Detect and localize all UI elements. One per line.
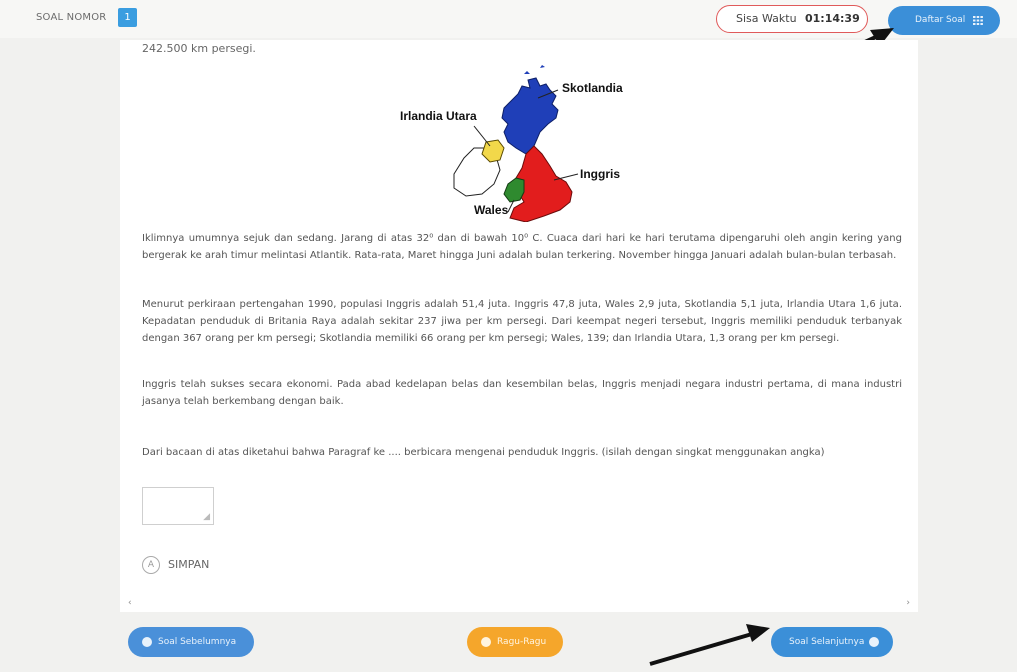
ragu-ragu-label: Ragu-Ragu — [497, 637, 547, 647]
next-question-label: Soal Selanjutnya — [789, 637, 865, 647]
scroll-right-icon[interactable]: › — [906, 598, 910, 608]
paragraph-2: Menurut perkiraan pertengahan 1990, popu… — [142, 299, 902, 344]
answer-input[interactable]: ◢ — [142, 487, 214, 525]
map-label-inggris: Inggris — [580, 167, 620, 181]
question-text: Dari bacaan di atas diketahui bahwa Para… — [142, 447, 825, 458]
previous-text-fragment: 242.500 km persegi. — [142, 42, 256, 55]
daftar-soal-button[interactable]: Daftar Soal — [888, 6, 1000, 35]
map-label-wales: Wales — [474, 203, 509, 217]
horizontal-scrollbar[interactable]: ‹ › — [128, 598, 910, 610]
chevron-right-icon — [869, 637, 879, 647]
map-label-skotlandia: Skotlandia — [562, 81, 623, 95]
check-circle-icon — [481, 637, 491, 647]
scroll-left-icon[interactable]: ‹ — [128, 598, 132, 608]
paragraph-1: Iklimnya umumnya sejuk dan sedang. Jaran… — [142, 233, 902, 261]
map-label-irlandia-utara: Irlandia Utara — [400, 109, 477, 123]
next-question-button[interactable]: Soal Selanjutnya — [771, 627, 893, 657]
previous-question-label: Soal Sebelumnya — [158, 637, 237, 647]
daftar-soal-label: Daftar Soal — [915, 15, 966, 25]
annotation-arrow-bottom — [649, 624, 770, 666]
grid-icon — [973, 16, 983, 25]
resize-handle-icon[interactable]: ◢ — [203, 512, 210, 522]
soal-number-badge: 1 — [118, 8, 137, 27]
simpan-label: SIMPAN — [168, 558, 210, 571]
previous-question-button[interactable]: Soal Sebelumnya — [128, 627, 254, 657]
soal-nomor-label: SOAL NOMOR — [36, 12, 107, 23]
britain-map-image: Skotlandia Irlandia Utara Inggris Wales — [400, 65, 623, 222]
option-radio-icon[interactable]: A — [142, 556, 160, 574]
ragu-ragu-button[interactable]: Ragu-Ragu — [467, 627, 563, 657]
chevron-left-icon — [142, 637, 152, 647]
question-panel: 242.500 km persegi. Skotlandia Irlandia … — [120, 40, 918, 612]
paragraph-3: Inggris telah sukses secara ekonomi. Pad… — [142, 379, 902, 407]
